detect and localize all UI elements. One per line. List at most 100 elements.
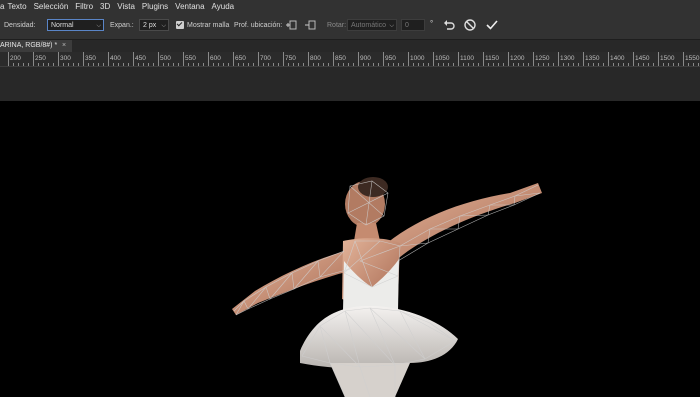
ruler-label: 950 (385, 55, 396, 62)
ruler-tick (468, 63, 469, 66)
ruler-tick (383, 52, 384, 66)
ruler-tick (423, 63, 424, 66)
undo-icon[interactable] (442, 18, 456, 32)
show-mesh-checkbox[interactable] (176, 21, 184, 29)
ruler-label: 250 (35, 55, 46, 62)
ruler-tick (363, 63, 364, 66)
ruler-tick (623, 63, 624, 66)
ruler-tick (668, 63, 669, 66)
ruler-tick (463, 63, 464, 66)
ruler-tick (83, 52, 84, 66)
menu-item-filtro[interactable]: Filtro (75, 0, 93, 13)
ruler-tick (303, 63, 304, 66)
ruler-tick (593, 63, 594, 66)
ruler-label: 200 (10, 55, 21, 62)
ruler-tick (53, 63, 54, 66)
angle-unit: ° (430, 19, 434, 28)
ruler-tick (128, 63, 129, 66)
rotate-select[interactable]: Automático ⌵ (347, 19, 397, 31)
ruler-tick (393, 63, 394, 66)
ruler-tick (443, 63, 444, 66)
close-icon[interactable]: × (62, 40, 66, 52)
ruler-tick (648, 63, 649, 66)
expansion-label: Expan.: (110, 22, 134, 29)
menu-item-texto[interactable]: Texto (7, 0, 26, 13)
document-tab[interactable]: ARINA, RGB/8#) * × (0, 40, 72, 52)
menu-item-window-edge[interactable]: a (0, 0, 4, 13)
ruler-label: 400 (110, 55, 121, 62)
ruler-tick (678, 63, 679, 66)
ruler-tick (298, 63, 299, 66)
menu-item-ayuda[interactable]: Ayuda (212, 0, 235, 13)
ruler-tick (113, 63, 114, 66)
ruler-tick (73, 63, 74, 66)
ruler-tick (193, 63, 194, 66)
cancel-icon[interactable] (463, 18, 477, 32)
menu-item-vista[interactable]: Vista (117, 0, 135, 13)
ruler-tick (328, 63, 329, 66)
ruler-label: 1550 (685, 55, 700, 62)
ruler-tick (448, 63, 449, 66)
checkmark-icon[interactable] (485, 18, 499, 32)
expansion-select[interactable]: 2 px ⌵ (139, 19, 169, 31)
expansion-value: 2 px (143, 22, 157, 29)
ruler-label: 1200 (510, 55, 525, 62)
ruler-tick (253, 63, 254, 66)
ruler-tick (608, 52, 609, 66)
ruler-tick (23, 63, 24, 66)
ruler-tick (588, 63, 589, 66)
ruler-label: 850 (335, 55, 346, 62)
menu-item-ventana[interactable]: Ventana (175, 0, 204, 13)
ruler-tick (203, 63, 204, 66)
ruler-tick (453, 63, 454, 66)
ruler-tick (278, 63, 279, 66)
ruler-tick (68, 63, 69, 66)
ruler-tick (258, 52, 259, 66)
document-tab-title: ARINA, RGB/8#) * (0, 42, 58, 49)
ruler-tick (18, 63, 19, 66)
rotate-value: Automático (351, 22, 387, 29)
canvas[interactable] (0, 101, 700, 397)
ruler-tick (188, 63, 189, 66)
menu-item-3d[interactable]: 3D (100, 0, 110, 13)
ruler-tick (283, 52, 284, 66)
ruler-tick (488, 63, 489, 66)
ruler-tick (38, 63, 39, 66)
ruler-tick (643, 63, 644, 66)
options-bar: Densidad: Normal ⌵ Expan.: 2 px ⌵ Mostra… (0, 13, 700, 40)
ruler-tick (373, 63, 374, 66)
ruler-label: 1250 (535, 55, 550, 62)
ruler-tick (428, 63, 429, 66)
menu-item-seleccion[interactable]: Selección (34, 0, 69, 13)
ruler-tick (438, 63, 439, 66)
ruler-tick (408, 52, 409, 66)
ruler-tick (538, 63, 539, 66)
ruler-tick (418, 63, 419, 66)
ruler-tick (103, 63, 104, 66)
ruler-label: 1000 (410, 55, 425, 62)
ruler-tick (33, 52, 34, 66)
menu-item-plugins[interactable]: Plugins (142, 0, 168, 13)
ruler-tick (398, 63, 399, 66)
ruler-tick (663, 63, 664, 66)
density-select[interactable]: Normal ⌵ (47, 19, 104, 31)
ruler-tick (673, 63, 674, 66)
ruler-label: 1100 (460, 55, 474, 62)
ruler-tick (433, 52, 434, 66)
ruler-label: 900 (360, 55, 371, 62)
pin-back-icon[interactable] (304, 18, 318, 32)
ruler-label: 350 (85, 55, 96, 62)
angle-input[interactable]: 0 (401, 19, 425, 31)
ruler-tick (388, 63, 389, 66)
ruler-label: 800 (310, 55, 321, 62)
ruler-tick (238, 63, 239, 66)
horizontal-ruler[interactable]: 200 250 300 350 400 450 500 550 600 650 700 750 800 8… (0, 52, 700, 67)
pin-front-icon[interactable] (285, 18, 299, 32)
ruler-label: 500 (160, 55, 171, 62)
density-value: Normal (51, 22, 74, 29)
pasteboard (0, 67, 700, 101)
ruler-tick (563, 63, 564, 66)
density-label: Densidad: (4, 22, 36, 29)
ruler-tick (243, 63, 244, 66)
ruler-tick (118, 63, 119, 66)
